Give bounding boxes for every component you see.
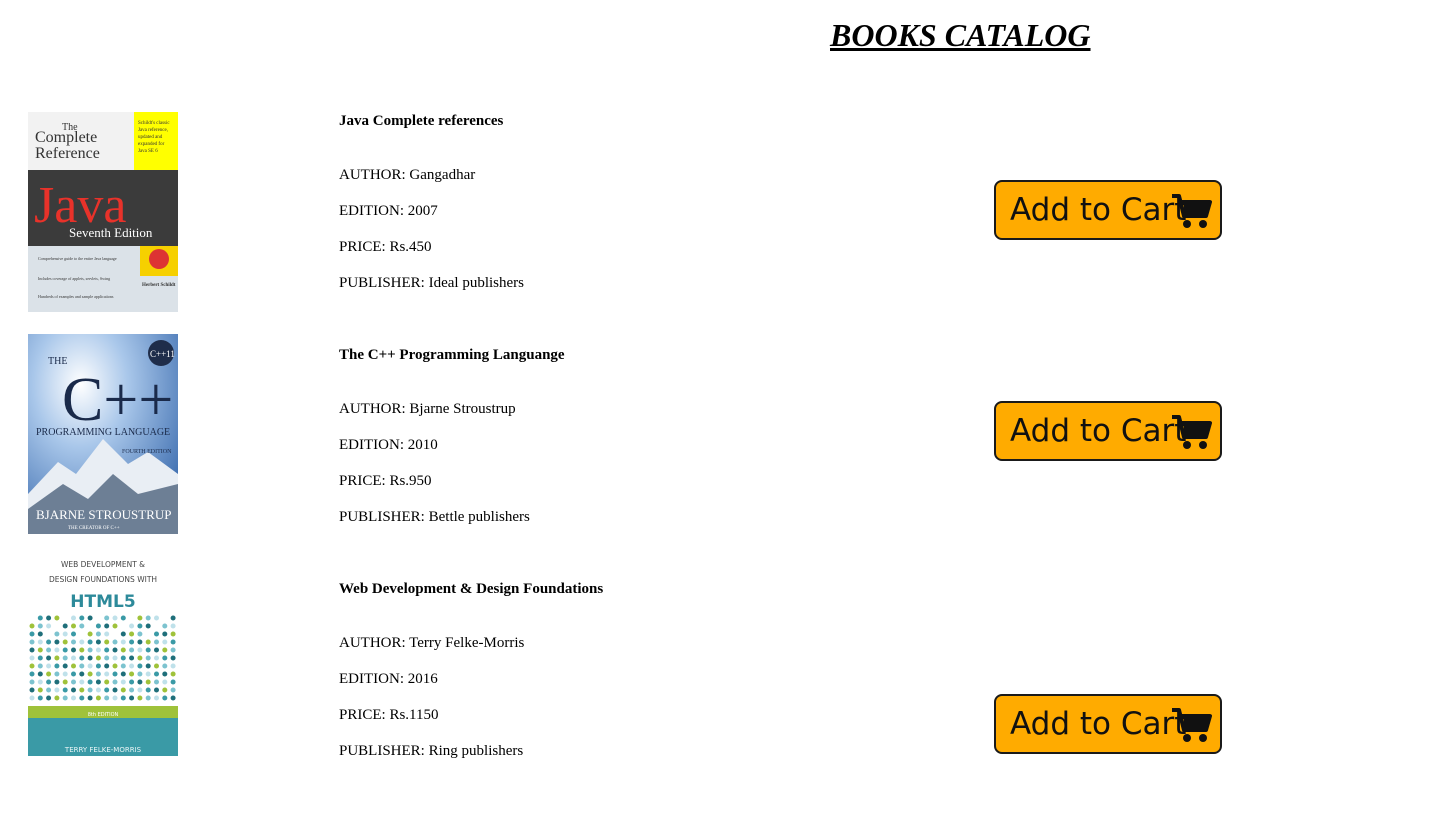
shopping-cart-icon [1170,706,1212,744]
book-cover-image: C++11 THE C++ PROGRAMMING LANGUAGE FOURT… [28,334,178,534]
svg-text:8th EDITION: 8th EDITION [88,712,119,718]
book-title: The C++ Programming Languange [339,347,565,363]
svg-text:Seventh Edition: Seventh Edition [69,225,153,240]
add-to-cart-button[interactable]: Add to Cart [994,694,1222,754]
book-edition: EDITION: 2010 [339,437,438,453]
svg-text:Java SE 6: Java SE 6 [138,149,158,154]
book-author: AUTHOR: Gangadhar [339,167,476,183]
svg-text:updated and: updated and [138,135,163,140]
add-to-cart-label: Add to Cart [1010,192,1187,228]
svg-text:Comprehensive guide to the ent: Comprehensive guide to the entire Java l… [38,256,117,261]
add-to-cart-label: Add to Cart [1010,413,1187,449]
add-to-cart-button[interactable]: Add to Cart [994,401,1222,461]
shopping-cart-icon [1170,192,1212,230]
svg-text:Herbert Schildt: Herbert Schildt [142,283,176,288]
svg-text:WEB DEVELOPMENT &: WEB DEVELOPMENT & [61,560,145,569]
svg-text:FOURTH EDITION: FOURTH EDITION [122,449,172,455]
book-title: Web Development & Design Foundations [339,581,604,597]
book-cover-image: The Complete Reference Schildt's classic… [28,112,178,312]
svg-text:C++11: C++11 [150,349,175,359]
add-to-cart-button[interactable]: Add to Cart [994,180,1222,240]
svg-text:PROGRAMMING LANGUAGE: PROGRAMMING LANGUAGE [36,427,170,438]
book-author: AUTHOR: Bjarne Stroustrup [339,401,516,417]
svg-text:C++: C++ [62,366,173,434]
svg-text:BJARNE STROUSTRUP: BJARNE STROUSTRUP [36,507,171,522]
book-publisher: PUBLISHER: Bettle publishers [339,509,530,525]
book-edition: EDITION: 2016 [339,671,438,687]
book-price: PRICE: Rs.950 [339,473,432,489]
shopping-cart-icon [1170,413,1212,451]
svg-text:Complete: Complete [35,129,97,146]
book-edition: EDITION: 2007 [339,203,438,219]
svg-text:Reference: Reference [35,145,100,162]
add-to-cart-label: Add to Cart [1010,706,1187,742]
book-info: Java Complete references AUTHOR: Gangadh… [339,112,524,291]
book-info: The C++ Programming Languange AUTHOR: Bj… [339,346,565,525]
book-price: PRICE: Rs.450 [339,239,432,255]
book-publisher: PUBLISHER: Ring publishers [339,743,524,759]
page-title: BOOKS CATALOG [830,17,1091,53]
svg-text:DESIGN FOUNDATIONS WITH: DESIGN FOUNDATIONS WITH [49,575,157,584]
book-cover-image: WEB DEVELOPMENT & DESIGN FOUNDATIONS WIT… [28,556,178,756]
svg-text:Schildt's classic: Schildt's classic [138,121,170,126]
svg-text:HTML5: HTML5 [70,592,135,612]
svg-text:Java reference,: Java reference, [138,128,168,133]
book-publisher: PUBLISHER: Ideal publishers [339,275,524,291]
svg-text:THE CREATOR OF C++: THE CREATOR OF C++ [68,526,120,531]
svg-text:TERRY FELKE-MORRIS: TERRY FELKE-MORRIS [64,746,142,754]
book-author: AUTHOR: Terry Felke-Morris [339,635,525,651]
svg-text:expanded for: expanded for [138,142,165,147]
book-price: PRICE: Rs.1150 [339,707,439,723]
svg-text:Hundreds of examples and sampl: Hundreds of examples and sample applicat… [38,294,114,299]
book-title: Java Complete references [339,113,504,129]
book-info: Web Development & Design Foundations AUT… [339,580,604,759]
